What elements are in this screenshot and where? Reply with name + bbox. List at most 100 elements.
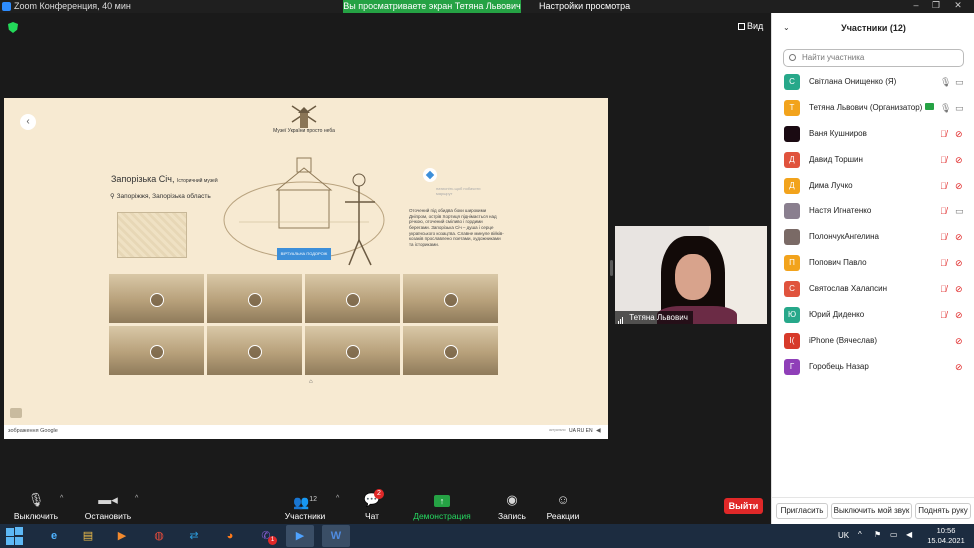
viber-icon[interactable]: ✆ — [252, 525, 280, 547]
video-name-label: Тетяна Львович — [615, 311, 693, 324]
participant-list: С Світлана Онищенко (Я) 🎙 ▭ Т Тетяна Львович … — [772, 70, 974, 381]
participant-name: ПолончукАнгелина — [809, 232, 879, 241]
microphone-muted-icon[interactable]: 🎙̸ — [940, 181, 947, 191]
raise-hand-button[interactable]: Поднять руку — [915, 503, 971, 519]
encryption-shield-icon[interactable] — [8, 22, 18, 33]
gallery-photo-360[interactable] — [403, 326, 498, 375]
route-marker-icon[interactable] — [423, 168, 437, 182]
microphone-muted-icon[interactable]: 🎙̸ — [940, 129, 947, 139]
participant-name: Давид Торшин — [809, 155, 863, 164]
participant-row[interactable]: Настя Игнатенко 🎙̸ ▭ — [772, 199, 974, 225]
participant-name: iPhone (Вячеслав) — [809, 336, 877, 345]
participant-row[interactable]: Д Дима Лучко 🎙̸ ⊘ — [772, 174, 974, 200]
microphone-muted-icon[interactable]: 🎙̸ — [940, 284, 947, 294]
audio-options-chevron-icon[interactable]: ^ — [60, 495, 63, 502]
camera-off-icon[interactable]: ⊘ — [955, 310, 963, 321]
participant-row[interactable]: ПолончукАнгелина 🎙̸ ⊘ — [772, 225, 974, 251]
microphone-muted-icon[interactable]: 🎙̸ — [940, 310, 947, 320]
camera-off-icon[interactable]: ⊘ — [955, 181, 963, 192]
camera-icon[interactable]: ▭ — [955, 77, 964, 88]
word-icon[interactable]: W — [322, 525, 350, 547]
chat-label: Чат — [364, 511, 380, 521]
camera-icon[interactable]: ▭ — [955, 206, 964, 217]
camera-icon[interactable]: ▭ — [955, 103, 964, 114]
sound-icon[interactable]: ◀ — [596, 427, 601, 434]
teamviewer-icon[interactable]: ⇄ — [180, 525, 208, 547]
participants-options-chevron-icon[interactable]: ^ — [336, 495, 339, 502]
participant-row[interactable]: С Світлана Онищенко (Я) 🎙 ▭ — [772, 70, 974, 96]
map-corner-icon[interactable] — [10, 408, 22, 418]
camera-off-icon[interactable]: ⊘ — [955, 362, 963, 373]
gallery-photo-360[interactable] — [403, 274, 498, 323]
minimize-icon[interactable]: – — [906, 0, 926, 11]
camera-off-icon[interactable]: ⊘ — [955, 284, 963, 295]
participant-name-text: Попович Павло — [809, 258, 867, 268]
screen-sharing-icon — [925, 102, 935, 110]
mute-me-button[interactable]: Выключить мой звук — [831, 503, 912, 519]
logo-text: Музеї України просто неба — [273, 128, 335, 134]
shared-screen[interactable]: ‹ Музеї України просто неба Запорізька С… — [4, 98, 608, 439]
network-icon[interactable]: ▭ — [890, 530, 898, 539]
microphone-icon[interactable]: 🎙 — [940, 103, 951, 114]
language-indicator[interactable]: UK — [838, 531, 849, 540]
video-options-chevron-icon[interactable]: ^ — [135, 495, 138, 502]
volume-icon[interactable]: ◀ — [906, 530, 912, 539]
back-arrow-icon[interactable]: ‹ — [20, 114, 36, 130]
reactions-label: Реакции — [546, 511, 580, 521]
internet-explorer-icon[interactable]: e — [40, 525, 68, 547]
gallery-photo-360[interactable] — [109, 326, 204, 375]
flag-icon[interactable]: ⚑ — [874, 530, 881, 539]
reactions-button[interactable]: ☺ Реакции — [544, 486, 582, 521]
microphone-muted-icon[interactable]: 🎙̸ — [940, 232, 947, 242]
microphone-muted-icon[interactable]: 🎙̸ — [940, 155, 947, 165]
view-options-button[interactable]: Настройки просмотра ▾ — [534, 0, 634, 24]
split-drag-handle[interactable] — [610, 260, 613, 276]
view-button[interactable]: Вид — [738, 21, 763, 31]
home-icon[interactable]: ⌂ — [309, 379, 313, 385]
participant-row[interactable]: I(iPhone (Вячеслав) ⊘ — [772, 329, 974, 355]
participant-row[interactable]: С Святослав Халапсин 🎙̸ ⊘ — [772, 277, 974, 303]
maximize-icon[interactable]: ❐ — [926, 0, 946, 11]
close-icon[interactable]: ✕ — [948, 0, 968, 11]
taskbar-clock[interactable]: 10:56 15.04.2021 — [921, 526, 971, 546]
participant-row[interactable]: Ю Юрий Диденко 🎙̸ ⊘ — [772, 303, 974, 329]
participants-panel: ⌄ Участники (12) Найти участника С Світла… — [771, 13, 974, 524]
invite-button[interactable]: Пригласить — [776, 503, 828, 519]
chrome-icon[interactable]: ◍ — [145, 525, 173, 547]
microphone-icon[interactable]: 🎙 — [940, 77, 951, 88]
gallery-photo-360[interactable] — [305, 274, 400, 323]
place-location: ⚲ Запоріжжя, Запорізька область — [110, 192, 211, 200]
gallery-photo-360[interactable] — [207, 274, 302, 323]
participant-row[interactable]: Ваня Кушниров 🎙̸ ⊘ — [772, 122, 974, 148]
camera-off-icon[interactable]: ⊘ — [955, 129, 963, 140]
zoom-taskbar-icon[interactable]: ▶ — [286, 525, 314, 547]
camera-off-icon[interactable]: ⊘ — [955, 258, 963, 269]
gallery-photo-360[interactable] — [207, 326, 302, 375]
record-button[interactable]: ◉ Запись — [494, 486, 530, 521]
gallery-photo-360[interactable] — [305, 326, 400, 375]
tray-chevron-icon[interactable]: ^ — [858, 530, 862, 539]
file-explorer-icon[interactable]: ▤ — [74, 525, 102, 547]
participant-search-input[interactable]: Найти участника — [783, 49, 964, 67]
video-camera-icon: ▬◂ — [98, 492, 118, 507]
microphone-muted-icon[interactable]: 🎙̸ — [940, 206, 947, 216]
microphone-muted-icon[interactable]: 🎙̸ — [940, 258, 947, 268]
participants-button[interactable]: 👥12 Участники — [284, 486, 326, 521]
participant-row[interactable]: Д Давид Торшин 🎙̸ ⊘ — [772, 148, 974, 174]
camera-off-icon[interactable]: ⊘ — [955, 336, 963, 347]
windows-start-icon[interactable] — [6, 527, 24, 545]
language-switcher[interactable]: UA RU EN — [569, 428, 593, 434]
participant-row[interactable]: П Попович Павло 🎙̸ ⊘ — [772, 251, 974, 277]
participant-row[interactable]: Г Горобець Назар ⊘ — [772, 355, 974, 381]
virtual-tour-button[interactable]: ВІРТУАЛЬНА ПОДОРОЖ — [277, 248, 331, 260]
gallery-photo-360[interactable] — [109, 274, 204, 323]
participant-video-tile[interactable]: Тетяна Львович — [615, 226, 767, 324]
camera-off-icon[interactable]: ⊘ — [955, 155, 963, 166]
media-player-icon[interactable]: ▶ — [108, 525, 136, 547]
video-participant-name: Тетяна Львович — [629, 313, 688, 322]
firefox-icon[interactable]: ◕ — [216, 525, 244, 547]
participant-row[interactable]: Т Тетяна Львович (Организатор) 🎙 ▭ — [772, 96, 974, 122]
leave-meeting-button[interactable]: Выйти — [724, 498, 763, 514]
camera-off-icon[interactable]: ⊘ — [955, 232, 963, 243]
map-thumbnail[interactable] — [117, 212, 187, 258]
